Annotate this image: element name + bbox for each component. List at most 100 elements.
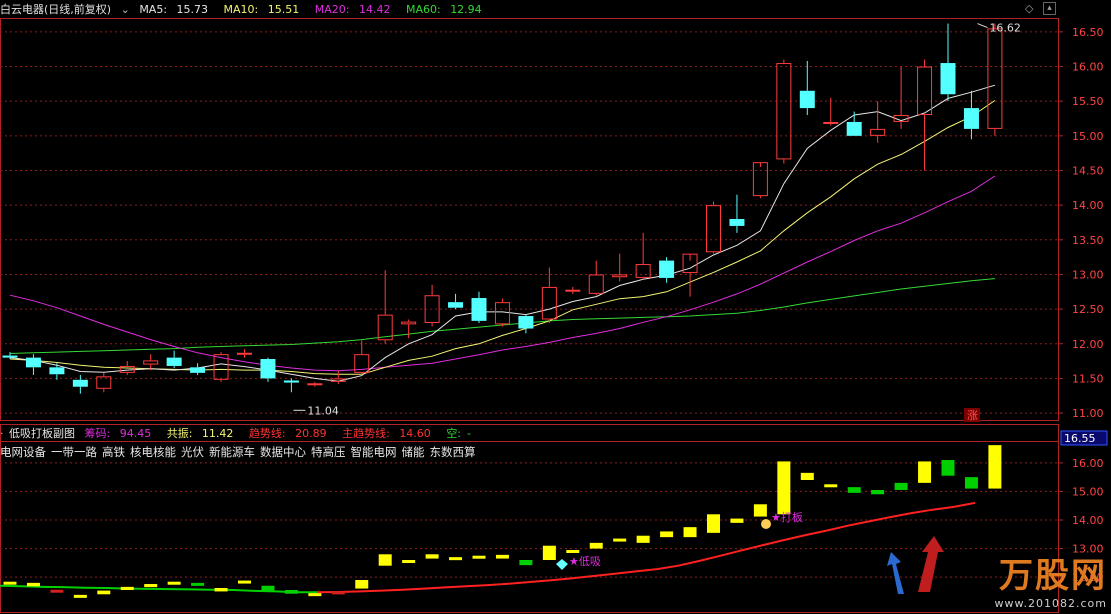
candle [565, 286, 581, 294]
watermark-brand: 万股网 [999, 556, 1107, 596]
y-tick-label: 14.00 [1072, 514, 1104, 527]
candle-body [166, 357, 182, 366]
candle-body [588, 274, 604, 294]
candle [870, 101, 886, 143]
sector-tag[interactable]: 新能源车 [209, 445, 255, 459]
indicator-bar [214, 588, 228, 592]
indicator-bar [425, 554, 439, 559]
sector-tag[interactable]: 一带一路 [51, 445, 97, 459]
candle-body [260, 359, 276, 379]
indicator-bar [636, 535, 650, 543]
candle [260, 357, 276, 382]
high-price-label: 16.62 [989, 22, 1021, 35]
indicator-bar [918, 461, 932, 483]
indicator-bar [894, 482, 908, 490]
ma10-line [9, 100, 996, 375]
candle-body [870, 128, 886, 136]
indicator-toggle-icon[interactable]: · [0, 427, 4, 440]
indicator-bar [144, 584, 158, 588]
y-tick-label: 16.00 [1072, 457, 1104, 470]
board-coin-icon [761, 519, 771, 529]
candle-body [799, 90, 815, 109]
sector-tag[interactable]: 高铁 [102, 445, 125, 459]
indicator-bar [753, 504, 767, 517]
candle [612, 253, 628, 282]
candle-body [987, 28, 1003, 129]
grid [0, 18, 1059, 613]
indicator-bar [120, 586, 134, 590]
candle [987, 23, 1003, 136]
sector-tag[interactable]: 电网设备 [0, 445, 46, 459]
indicator-bar [167, 581, 181, 585]
sector-tag[interactable]: 智能电网 [351, 445, 397, 459]
candle [776, 59, 792, 164]
candle-body [823, 121, 839, 124]
candle-body [471, 298, 487, 321]
indicator-bar [613, 538, 627, 542]
low-price-label: 11.04 [307, 404, 339, 417]
limit-up-badge-text: 涨 [967, 409, 978, 422]
candle [377, 270, 393, 344]
indicator-name[interactable]: 低吸打板副图 [9, 427, 75, 440]
indicator-bars [3, 445, 1002, 598]
candle-body [846, 121, 862, 136]
candle [541, 267, 557, 323]
candle-body [237, 352, 252, 355]
ma20-line [9, 175, 996, 372]
y-tick-label: 14.50 [1072, 164, 1104, 177]
indicator-bar [730, 518, 744, 523]
expand-button[interactable]: ▴ [1043, 2, 1056, 15]
indicator-bar [284, 590, 298, 594]
watermark-logo: 万股网 www.201082.com [995, 548, 1107, 610]
candle [448, 293, 464, 310]
sector-tag[interactable]: 特高压 [311, 445, 346, 459]
indicator-bar [964, 477, 978, 489]
sector-tag[interactable]: 储能 [402, 445, 425, 459]
candle [283, 378, 299, 393]
watermark-arrow-icon [918, 536, 944, 592]
candle [401, 319, 417, 339]
chart-canvas[interactable]: 16.50 16.00 15.50 15.00 14.50 14.00 13.50 13.00… [0, 0, 1111, 614]
candle-body [917, 66, 933, 116]
y-tick-label: 15.00 [1072, 485, 1104, 498]
sector-tag[interactable]: 光伏 [181, 445, 204, 459]
candle [49, 363, 65, 380]
candle [823, 97, 839, 126]
candle [72, 374, 88, 394]
settings-diamond-icon[interactable]: ◇ [1025, 2, 1033, 15]
candle [190, 363, 206, 375]
candle-body [776, 63, 792, 160]
main-chart-header: 白云电器(日线,前复权) ⌄ MA5: 15.73 MA10: 15.51 MA… [0, 1, 494, 19]
candle [471, 291, 487, 323]
candle [96, 372, 112, 393]
stock-title[interactable]: 白云电器(日线,前复权) [0, 3, 111, 16]
indicator-bar [777, 461, 791, 515]
indicator-bar [495, 554, 509, 559]
indicator-bar [542, 545, 556, 560]
dip-label: ★低吸 [569, 555, 601, 568]
candlesticks [2, 23, 1003, 394]
candle [752, 162, 768, 199]
sector-tag[interactable]: 数据中心 [260, 445, 306, 459]
candle-body [96, 376, 112, 389]
candle [799, 60, 815, 116]
candle-body [401, 321, 417, 325]
sector-tag[interactable]: 东数西算 [430, 445, 476, 459]
indicator-bar [3, 581, 17, 585]
collapse-chevron-icon[interactable]: ⌄ [121, 3, 130, 16]
sector-tag[interactable]: 核电核能 [130, 445, 176, 459]
ma10-readout: MA10: 15.51 [223, 3, 300, 16]
y-tick-label: 13.00 [1072, 268, 1104, 281]
candle-body [518, 316, 534, 329]
main-trend-line-red [317, 501, 976, 594]
candle-body [143, 360, 159, 365]
ma60-line [9, 278, 995, 354]
candle-body [307, 383, 323, 386]
dip-diamond-icon [556, 559, 568, 570]
indicator-bar [50, 589, 64, 593]
candle [588, 260, 604, 296]
ma5-readout: MA5: 15.73 [139, 3, 209, 16]
candle [330, 370, 346, 384]
indicator-bar [941, 460, 955, 476]
y-tick-label: 14.00 [1072, 199, 1104, 212]
